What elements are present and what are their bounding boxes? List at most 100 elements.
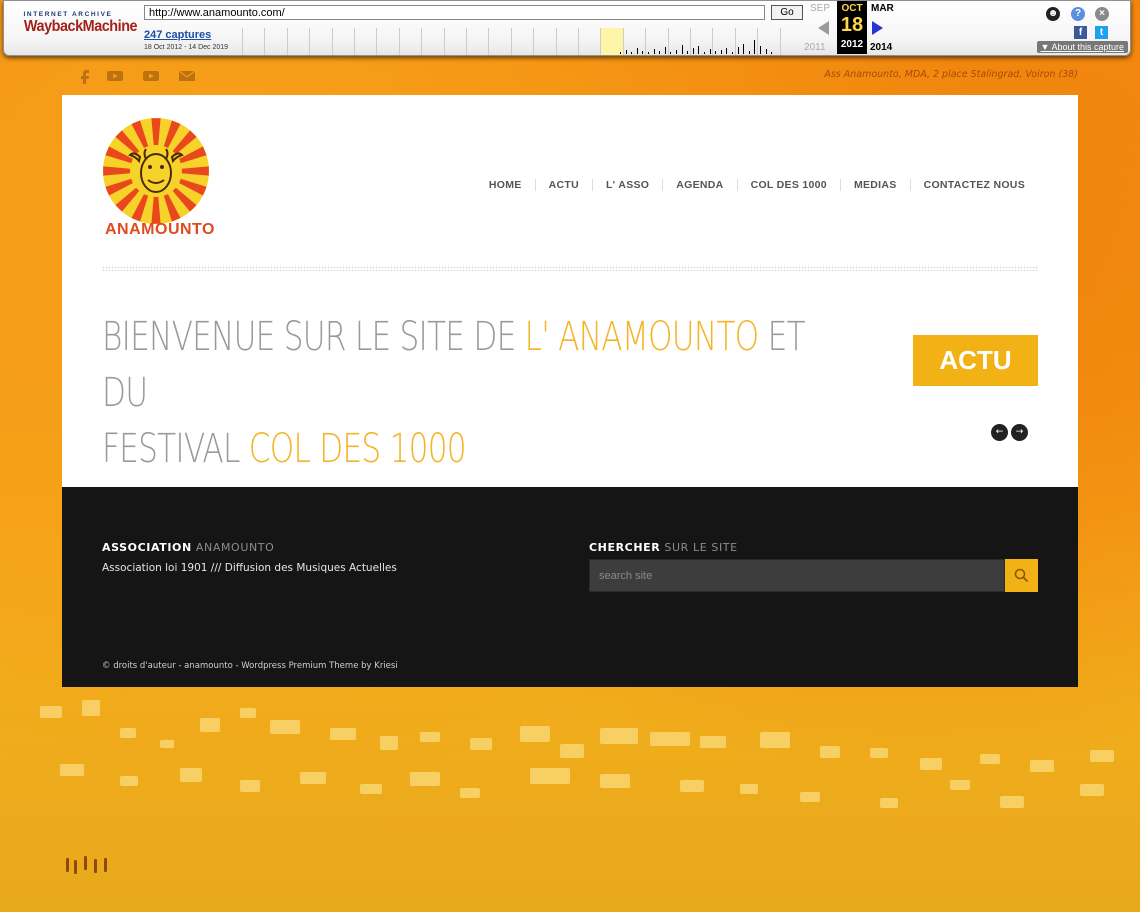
slider-next-icon[interactable]: →	[1011, 424, 1028, 441]
timeline-capture-bar	[748, 51, 750, 54]
timeline-year-divider	[734, 28, 736, 55]
headline-highlight-anamounto: L' ANAMOUNTO	[524, 314, 760, 360]
close-icon[interactable]: ×	[1095, 7, 1109, 21]
nav-home[interactable]: HOME	[489, 179, 535, 191]
twitter-share-icon[interactable]: t	[1095, 26, 1108, 39]
background-vehicle	[950, 780, 970, 790]
background-vehicle	[40, 706, 62, 718]
background-vehicle	[880, 798, 898, 808]
copyright-text: © droits d'auteur - anamounto - Wordpres…	[102, 661, 398, 671]
timeline-capture-bar	[720, 50, 722, 54]
background-vehicle	[200, 718, 220, 732]
background-person	[94, 859, 97, 873]
association-description: Association loi 1901 /// Diffusion des M…	[102, 562, 397, 574]
background-vehicle	[820, 746, 840, 758]
association-address: Ass Anamounto, MDA, 2 place Stalingrad, …	[824, 69, 1078, 80]
youtube-icon-2[interactable]	[142, 68, 160, 84]
background-vehicle	[380, 736, 398, 750]
background-vehicle	[360, 784, 382, 794]
next-month-label[interactable]: MAR	[871, 3, 894, 14]
wayback-go-button[interactable]: Go	[771, 5, 803, 20]
timeline-year-divider	[443, 28, 445, 55]
timeline-capture-bar	[625, 50, 627, 54]
background-vehicle	[740, 784, 758, 794]
timeline-capture-bar	[726, 48, 728, 54]
timeline-capture-bar	[732, 52, 733, 54]
timeline-year-divider	[466, 28, 467, 55]
about-capture-link[interactable]: ▼ About this capture	[1036, 41, 1128, 53]
wayback-url-input[interactable]: http://www.anamounto.com/	[144, 5, 765, 20]
headline-highlight-col-des-1000: COL DES 1000	[248, 426, 467, 472]
nav-col-des-1000[interactable]: COL DES 1000	[736, 179, 840, 191]
facebook-share-icon[interactable]: f	[1074, 26, 1087, 39]
background-vehicle	[870, 748, 888, 758]
nav-medias[interactable]: MEDIAS	[839, 179, 910, 191]
timeline-year-divider	[510, 28, 512, 55]
timeline-capture-bar	[692, 48, 694, 54]
captures-link[interactable]: 247 captures	[144, 29, 211, 41]
timeline-year-divider	[242, 28, 243, 55]
nav-actu[interactable]: ACTU	[534, 179, 592, 191]
background-vehicle	[470, 738, 492, 750]
current-month: OCT	[841, 3, 863, 14]
user-icon[interactable]: ☻	[1046, 7, 1060, 21]
next-capture-arrow-icon[interactable]	[872, 21, 883, 35]
background-vehicle	[300, 772, 326, 784]
prev-capture-arrow-icon[interactable]	[818, 21, 829, 35]
search-title-bold: CHERCHER	[589, 541, 661, 554]
background-person	[74, 860, 77, 874]
timeline-capture-bar	[642, 51, 644, 54]
wayback-toolbar: INTERNET ARCHIVE WaybackMachine http://w…	[3, 0, 1131, 56]
background-vehicle	[980, 754, 1000, 764]
mail-icon[interactable]	[178, 68, 196, 84]
background-vehicle	[240, 780, 260, 792]
background-vehicle	[460, 788, 480, 798]
help-icon[interactable]: ?	[1071, 7, 1085, 21]
background-vehicle	[800, 792, 820, 802]
slider-prev-icon[interactable]: ←	[991, 424, 1008, 441]
background-person	[84, 856, 87, 870]
timeline-capture-bar	[670, 52, 672, 54]
youtube-icon[interactable]	[106, 68, 124, 84]
prev-month-label[interactable]: SEP	[810, 3, 830, 14]
timeline-year-divider	[600, 28, 602, 55]
timeline-capture-bar	[659, 51, 661, 54]
timeline-year-divider	[622, 28, 624, 55]
nav-contactez-nous[interactable]: CONTACTEZ NOUS	[909, 179, 1025, 191]
search-title-soft: SUR LE SITE	[660, 541, 738, 554]
current-year: 2012	[840, 39, 864, 50]
nav-asso[interactable]: L' ASSO	[591, 179, 662, 191]
capture-timeline[interactable]	[242, 28, 802, 55]
search-icon	[1014, 568, 1029, 583]
about-capture-label: About this capture	[1051, 42, 1124, 52]
prev-year-label[interactable]: 2011	[804, 42, 826, 53]
timeline-capture-bar	[653, 49, 655, 54]
timeline-year-divider	[690, 28, 691, 55]
capture-date-range: 18 Oct 2012 - 14 Dec 2019	[144, 44, 229, 51]
timeline-capture-bar	[737, 47, 739, 54]
timeline-year-divider	[286, 28, 288, 55]
next-year-label[interactable]: 2014	[870, 42, 892, 53]
wayback-logo-top: INTERNET ARCHIVE	[23, 11, 113, 18]
headline-part: BIENVENUE SUR LE SITE DE	[102, 314, 525, 360]
top-bar: Ass Anamounto, MDA, 2 place Stalingrad, …	[62, 64, 1078, 88]
wayback-logo[interactable]: INTERNET ARCHIVE WaybackMachine	[19, 8, 138, 46]
timeline-capture-bar	[698, 46, 700, 54]
timeline-year-divider	[376, 28, 378, 55]
search-button[interactable]	[1005, 559, 1038, 592]
dotted-divider	[102, 266, 1038, 271]
background-vehicle	[760, 732, 790, 748]
background-person	[104, 858, 107, 872]
background-vehicle	[120, 728, 136, 738]
timeline-year-divider	[398, 28, 400, 55]
background-vehicle	[920, 758, 942, 770]
facebook-icon[interactable]	[76, 68, 94, 84]
nav-agenda[interactable]: AGENDA	[662, 179, 736, 191]
background-vehicle	[60, 764, 84, 776]
current-day: 18	[840, 14, 864, 36]
timeline-capture-bar	[676, 50, 677, 54]
timeline-capture-bar	[715, 51, 717, 54]
search-input[interactable]	[590, 560, 1004, 591]
timeline-year-divider	[331, 28, 333, 55]
actu-button[interactable]: ACTU	[913, 335, 1038, 386]
